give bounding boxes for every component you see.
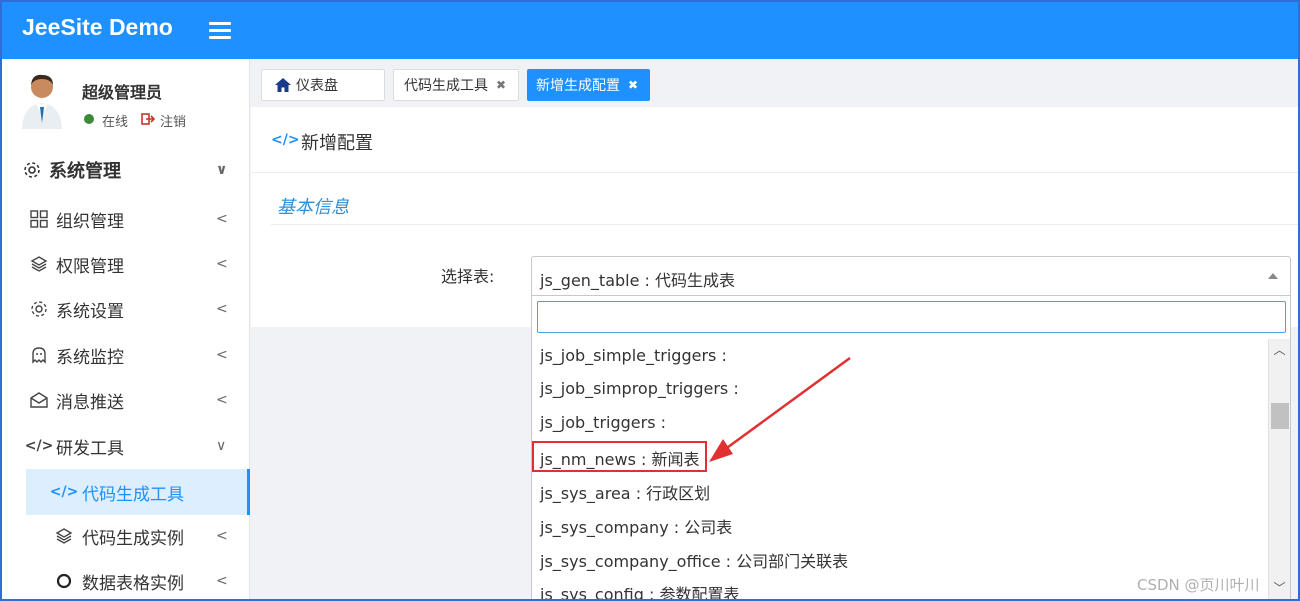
dropdown-option[interactable]: js_sys_config : 参数配置表 [540, 581, 739, 599]
dropdown-option[interactable]: js_sys_company : 公司表 [540, 514, 732, 538]
home-icon [274, 77, 292, 93]
chevron-left-icon: < [216, 256, 228, 272]
sidebar-item-system-management[interactable]: 系统管理 ∨ [2, 149, 250, 191]
tab-dashboard[interactable]: 仪表盘 [261, 69, 385, 101]
logout-link[interactable]: 注销 [160, 111, 186, 130]
sidebar-item-code-gen-examples[interactable]: 代码生成实例 < [2, 515, 250, 557]
close-icon[interactable]: ✖ [628, 78, 638, 92]
dropdown-option[interactable]: js_job_simprop_triggers : [540, 379, 739, 398]
dropdown-option[interactable]: js_sys_company_office : 公司部门关联表 [540, 548, 848, 572]
tab-bar: 仪表盘 代码生成工具 ✖ 新增生成配置 ✖ [251, 59, 1298, 107]
chevron-left-icon: < [216, 347, 228, 363]
tab-new-config[interactable]: 新增生成配置 ✖ [527, 69, 650, 101]
sidebar-item-label: 组织管理 [56, 211, 124, 232]
page-title: 新增配置 [301, 133, 373, 154]
envelope-icon [29, 390, 49, 410]
dropdown-scrollbar[interactable]: ︿ ﹀ [1268, 339, 1290, 599]
dropdown-option[interactable]: js_sys_area : 行政区划 [540, 480, 710, 504]
tab-label: 新增生成配置 [536, 78, 620, 94]
dropdown-search-input[interactable] [537, 301, 1286, 333]
tab-code-generator[interactable]: 代码生成工具 ✖ [393, 69, 519, 101]
ghost-icon [29, 345, 49, 365]
sidebar-item-datagrid-examples[interactable]: 数据表格实例 < [2, 560, 250, 599]
panel-header: </> 新增配置 [251, 107, 1298, 173]
layers-icon [54, 526, 74, 546]
table-select-label: 选择表: [441, 267, 495, 286]
dropdown-option[interactable]: js_job_triggers : [540, 413, 666, 432]
sidebar-item-label: 系统管理 [49, 161, 121, 182]
chevron-left-icon: < [216, 392, 228, 408]
grid-icon [29, 209, 49, 229]
code-icon: </> [49, 484, 79, 500]
chevron-left-icon: < [216, 573, 228, 589]
divider [271, 224, 1298, 225]
layers-icon [29, 254, 49, 274]
sidebar-item-label: 系统设置 [56, 301, 124, 322]
chevron-left-icon: < [216, 528, 228, 544]
sidebar-item-label: 数据表格实例 [82, 573, 184, 594]
sidebar-item-message-push[interactable]: 消息推送 < [2, 379, 250, 421]
sidebar-item-dev-tools[interactable]: </> 研发工具 ∨ [2, 425, 250, 467]
sidebar-item-code-generator[interactable]: </> 代码生成工具 [26, 469, 250, 515]
chevron-down-icon: ∨ [216, 438, 227, 454]
gear-icon [29, 299, 49, 319]
top-header: JeeSite Demo [2, 2, 1298, 59]
sidebar-item-label: 代码生成工具 [82, 484, 184, 505]
user-name: 超级管理员 [82, 83, 163, 102]
avatar [22, 74, 62, 129]
circle-icon [54, 571, 74, 591]
online-status-icon [84, 114, 94, 124]
sidebar-item-label: 研发工具 [56, 438, 124, 459]
watermark: CSDN @页川叶川 [1137, 576, 1260, 594]
sidebar-item-label: 系统监控 [56, 347, 124, 368]
gear-icon [22, 160, 42, 180]
sidebar-item-organization[interactable]: 组织管理 < [2, 198, 250, 240]
sidebar-item-label: 代码生成实例 [82, 528, 184, 549]
online-status-label: 在线 [102, 115, 129, 130]
caret-up-icon [1268, 273, 1278, 279]
brand-title[interactable]: JeeSite Demo [22, 14, 173, 41]
dropdown-option[interactable]: js_job_simple_triggers : [540, 346, 727, 365]
sidebar-item-system-monitor[interactable]: 系统监控 < [2, 334, 250, 376]
sidebar: 超级管理员 在线 注销 系统管理 ∨ 组织管理 < 权限管理 < 系统设置 < … [2, 59, 250, 599]
tab-label: 仪表盘 [296, 78, 338, 94]
scroll-up-icon[interactable]: ︿ [1269, 341, 1290, 357]
section-title: 基本信息 [277, 197, 349, 218]
app-window: JeeSite Demo 超级管理员 在线 注销 系统管理 ∨ 组织管理 < 权… [0, 0, 1300, 601]
logout-icon[interactable] [141, 113, 155, 125]
chevron-left-icon: < [216, 211, 228, 227]
table-select[interactable]: js_gen_table : 代码生成表 [531, 256, 1291, 296]
close-icon[interactable]: ✖ [496, 78, 506, 92]
code-icon: </> [271, 132, 300, 148]
sidebar-item-label: 权限管理 [56, 256, 124, 277]
tab-label: 代码生成工具 [404, 78, 488, 94]
scroll-thumb[interactable] [1271, 403, 1289, 429]
scroll-down-icon[interactable]: ﹀ [1269, 579, 1290, 595]
highlight-box [532, 441, 707, 472]
sidebar-item-system-settings[interactable]: 系统设置 < [2, 288, 250, 330]
sidebar-item-permissions[interactable]: 权限管理 < [2, 243, 250, 285]
select-value: js_gen_table : 代码生成表 [540, 271, 736, 290]
code-icon: </> [24, 438, 54, 454]
chevron-down-icon: ∨ [216, 162, 228, 178]
hamburger-icon[interactable] [209, 22, 231, 40]
sidebar-item-label: 消息推送 [56, 392, 124, 413]
chevron-left-icon: < [216, 301, 228, 317]
